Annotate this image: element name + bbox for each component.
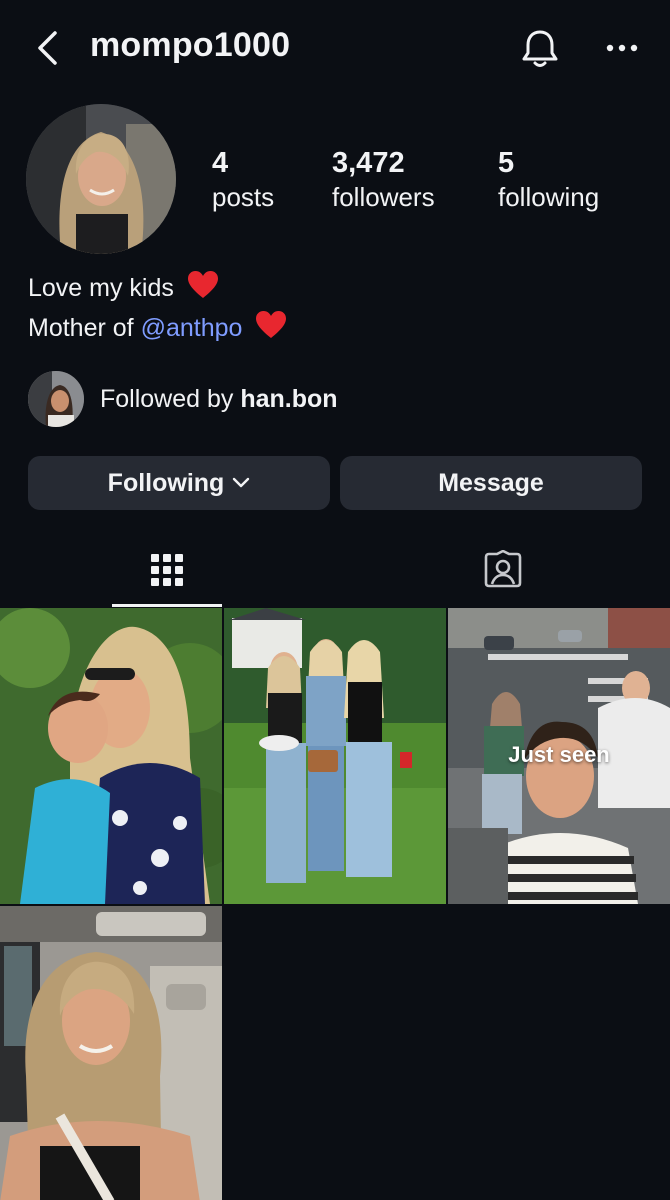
- message-button-label: Message: [438, 468, 544, 497]
- profile-username: mompo1000: [90, 26, 291, 64]
- followed-by-username[interactable]: han.bon: [240, 385, 337, 413]
- active-tab-indicator: [112, 604, 222, 607]
- following-button[interactable]: Following: [28, 456, 330, 510]
- tab-posts-grid[interactable]: [112, 536, 222, 608]
- followed-by-prefix: Followed by: [100, 384, 234, 413]
- followers-count-value: 3,472: [332, 147, 405, 179]
- posts-count-value: 4: [212, 147, 229, 179]
- bio-line-2: Mother of @anthpo: [28, 310, 287, 350]
- post-thumbnail[interactable]: [0, 906, 222, 1200]
- following-count[interactable]: 5 following: [498, 146, 599, 214]
- follower-avatar: [26, 369, 86, 429]
- bio-line-1: Love my kids: [28, 270, 287, 310]
- red-heart-icon: [255, 310, 287, 350]
- bio-line-1-text: Love my kids: [28, 274, 174, 302]
- followed-by-text: Followed by han.bon: [100, 385, 338, 414]
- post-overlay-text: Just seen: [508, 742, 610, 767]
- profile-header: mompo1000: [0, 0, 670, 100]
- posts-count[interactable]: 4 posts: [212, 146, 274, 214]
- followers-count[interactable]: 3,472 followers: [332, 146, 435, 214]
- more-icon[interactable]: [598, 30, 646, 66]
- red-heart-icon: [187, 270, 219, 310]
- profile-page: mompo1000 4 posts 3,472 followers 5 foll…: [0, 0, 670, 1200]
- message-button[interactable]: Message: [340, 456, 642, 510]
- post-thumbnail[interactable]: [224, 608, 446, 904]
- bio-line-2-text: Mother of: [28, 314, 134, 342]
- chevron-down-icon: [232, 477, 250, 489]
- profile-bio: Love my kids Mother of @anthpo: [28, 270, 287, 350]
- post-thumbnail[interactable]: [0, 608, 222, 904]
- following-count-label: following: [498, 182, 600, 212]
- tab-tagged[interactable]: [448, 536, 558, 608]
- back-arrow-icon[interactable]: [28, 28, 68, 68]
- grid-icon: [150, 553, 184, 592]
- bell-icon[interactable]: [518, 26, 562, 70]
- following-count-value: 5: [498, 147, 515, 179]
- posts-count-label: posts: [212, 182, 275, 212]
- following-button-label: Following: [107, 468, 225, 497]
- profile-tabs: [0, 536, 670, 608]
- profile-avatar[interactable]: [26, 104, 176, 254]
- bio-mention-link[interactable]: @anthpo: [141, 314, 243, 342]
- tagged-person-icon: [483, 549, 523, 595]
- followed-by-row[interactable]: Followed by han.bon: [26, 369, 338, 429]
- followers-count-label: followers: [332, 182, 435, 212]
- post-thumbnail[interactable]: Just seen: [448, 608, 670, 904]
